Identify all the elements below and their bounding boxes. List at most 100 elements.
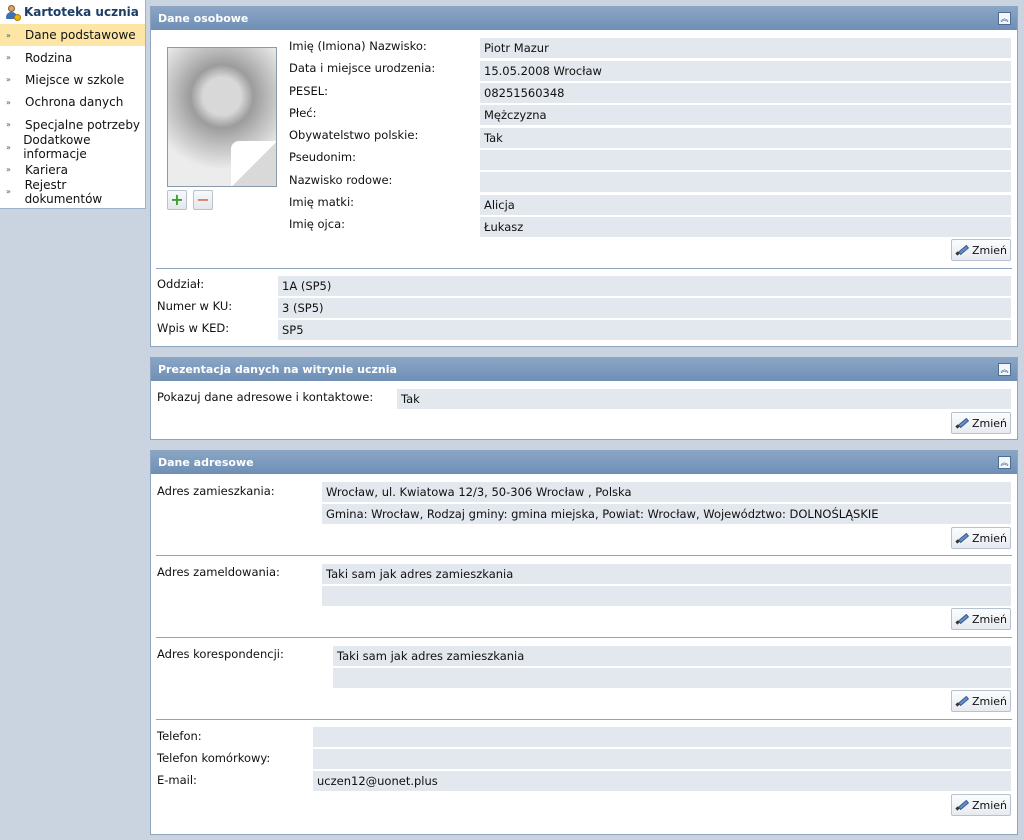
field-label-birth: Data i miejsce urodzenia: [289,61,436,75]
field-value-class: 1A (SP5) [278,276,1011,296]
sidebar-item-miejsce-w-szkole[interactable]: » Miejsce w szkole [0,69,145,91]
field-label-phone: Telefon: [157,729,202,743]
field-label-residence: Adres zamieszkania: [157,484,275,498]
field-label-family-name: Nazwisko rodowe: [289,173,393,187]
field-value-father-name: Łukasz [480,217,1011,237]
field-label-registration: Adres zameldowania: [157,565,280,579]
field-value-pesel: 08251560348 [480,83,1011,103]
edit-contact-button[interactable]: Zmień [951,794,1011,816]
divider [156,719,1012,720]
sidebar-item-dane-podstawowe[interactable]: » Dane podstawowe [0,24,145,47]
edit-button-label: Zmień [971,798,1008,812]
field-label-pesel: PESEL: [289,84,329,98]
edit-button-label: Zmień [971,531,1008,545]
field-value-gender: Mężczyzna [480,105,1011,125]
field-value-phone [313,727,1011,747]
sidebar-item-label: Rodzina [25,50,73,65]
field-value-birth: 15.05.2008 Wrocław [480,61,1011,81]
panel-title: Prezentacja danych na witrynie ucznia [158,363,397,376]
edit-button-label: Zmień [971,694,1008,708]
divider [156,637,1012,638]
sidebar-title: Kartoteka ucznia [24,5,139,19]
collapse-icon[interactable]: ︽ [998,456,1011,469]
sidebar-item-label: Miejsce w szkole [25,72,125,87]
panel-title: Dane adresowe [158,456,254,469]
chevron-icon: » [6,30,11,40]
field-value-mobile [313,749,1011,769]
field-label-mobile: Telefon komórkowy: [157,751,271,765]
sidebar-item-label: Rejestr dokumentów [24,177,103,206]
field-value-correspondence-line1: Taki sam jak adres zamieszkania [333,646,1011,666]
divider [156,555,1012,556]
edit-residence-button[interactable]: Zmień [951,527,1011,549]
edit-registration-button[interactable]: Zmień [951,608,1011,630]
address-panel: Dane adresowe ︽ Adres zamieszkania: Wroc… [150,450,1018,835]
pencil-icon [955,244,969,256]
field-value-nickname [480,150,1011,170]
pencil-icon [955,613,969,625]
sidebar-item-label: Ochrona danych [25,95,124,110]
field-value-email: uczen12@uonet.plus [313,771,1011,791]
field-label-mother-name: Imię matki: [289,195,355,209]
field-label-father-name: Imię ojca: [289,217,345,231]
field-value-citizenship: Tak [480,128,1011,148]
personal-data-panel: Dane osobowe ︽ + − Imię (Imiona) Nazwisk… [150,6,1018,347]
field-value-residence-line2: Gmina: Wrocław, Rodzaj gminy: gmina miej… [322,504,1011,524]
field-label-class: Oddział: [157,277,205,291]
edit-personal-data-button[interactable]: Zmień [951,239,1011,261]
pencil-icon [955,799,969,811]
student-record-sidebar: Kartoteka ucznia » Dane podstawowe » Rodzi… [0,0,146,209]
field-value-full-name: Piotr Mazur [480,38,1011,58]
field-label-show-address: Pokazuj dane adresowe i kontaktowe: [157,390,374,404]
student-photo [167,47,277,187]
panel-header: Dane adresowe ︽ [151,451,1017,474]
sidebar-item-rejestr-dokumentow[interactable]: » Rejestr dokumentów [0,177,145,206]
chevron-icon: » [6,120,11,130]
field-label-citizenship: Obywatelstwo polskie: [289,128,419,142]
field-value-correspondence-line2 [333,668,1011,688]
divider [156,268,1012,269]
edit-button-label: Zmień [971,243,1008,257]
field-label-email: E-mail: [157,773,197,787]
collapse-icon[interactable]: ︽ [998,363,1011,376]
field-label-full-name: Imię (Imiona) Nazwisko: [289,39,427,53]
student-icon [4,4,21,21]
field-value-mother-name: Alicja [480,195,1011,215]
field-value-residence-line1: Wrocław, ul. Kwiatowa 12/3, 50-306 Wrocł… [322,482,1011,502]
field-label-ku-number: Numer w KU: [157,299,233,313]
field-value-show-address: Tak [397,389,1011,409]
sidebar-item-rodzina[interactable]: » Rodzina [0,46,145,68]
field-value-ked-entry: SP5 [278,320,1011,340]
edit-button-label: Zmień [971,416,1008,430]
sidebar-item-label: Dodatkowe informacje [23,133,91,162]
add-photo-button[interactable]: + [167,190,187,210]
sidebar-item-dodatkowe-informacje[interactable]: » Dodatkowe informacje [0,133,145,162]
chevron-icon: » [6,187,11,197]
sidebar-item-ochrona-danych[interactable]: » Ochrona danych [0,91,145,113]
sidebar-item-label: Specjalne potrzeby [25,117,141,132]
panel-header: Prezentacja danych na witrynie ucznia ︽ [151,358,1017,381]
edit-correspondence-button[interactable]: Zmień [951,690,1011,712]
chevron-icon: » [6,53,11,63]
sidebar-item-label: Dane podstawowe [25,28,136,43]
field-value-ku-number: 3 (SP5) [278,298,1011,318]
panel-header: Dane osobowe ︽ [151,7,1017,30]
field-value-family-name [480,172,1011,192]
chevron-icon: » [6,142,11,152]
edit-presentation-button[interactable]: Zmień [951,412,1011,434]
panel-title: Dane osobowe [158,12,249,25]
edit-button-label: Zmień [971,612,1008,626]
collapse-icon[interactable]: ︽ [998,12,1011,25]
field-value-registration-line2 [322,586,1011,606]
presentation-panel: Prezentacja danych na witrynie ucznia ︽ … [150,357,1018,440]
field-label-gender: Płeć: [289,106,317,120]
sidebar-item-label: Kariera [25,162,68,177]
remove-photo-button[interactable]: − [193,190,213,210]
page-curl-decoration [231,141,276,186]
sidebar-header: Kartoteka ucznia [0,0,145,24]
field-value-registration-line1: Taki sam jak adres zamieszkania [322,564,1011,584]
chevron-icon: » [6,165,11,175]
pencil-icon [955,417,969,429]
pencil-icon [955,695,969,707]
field-label-nickname: Pseudonim: [289,150,356,164]
